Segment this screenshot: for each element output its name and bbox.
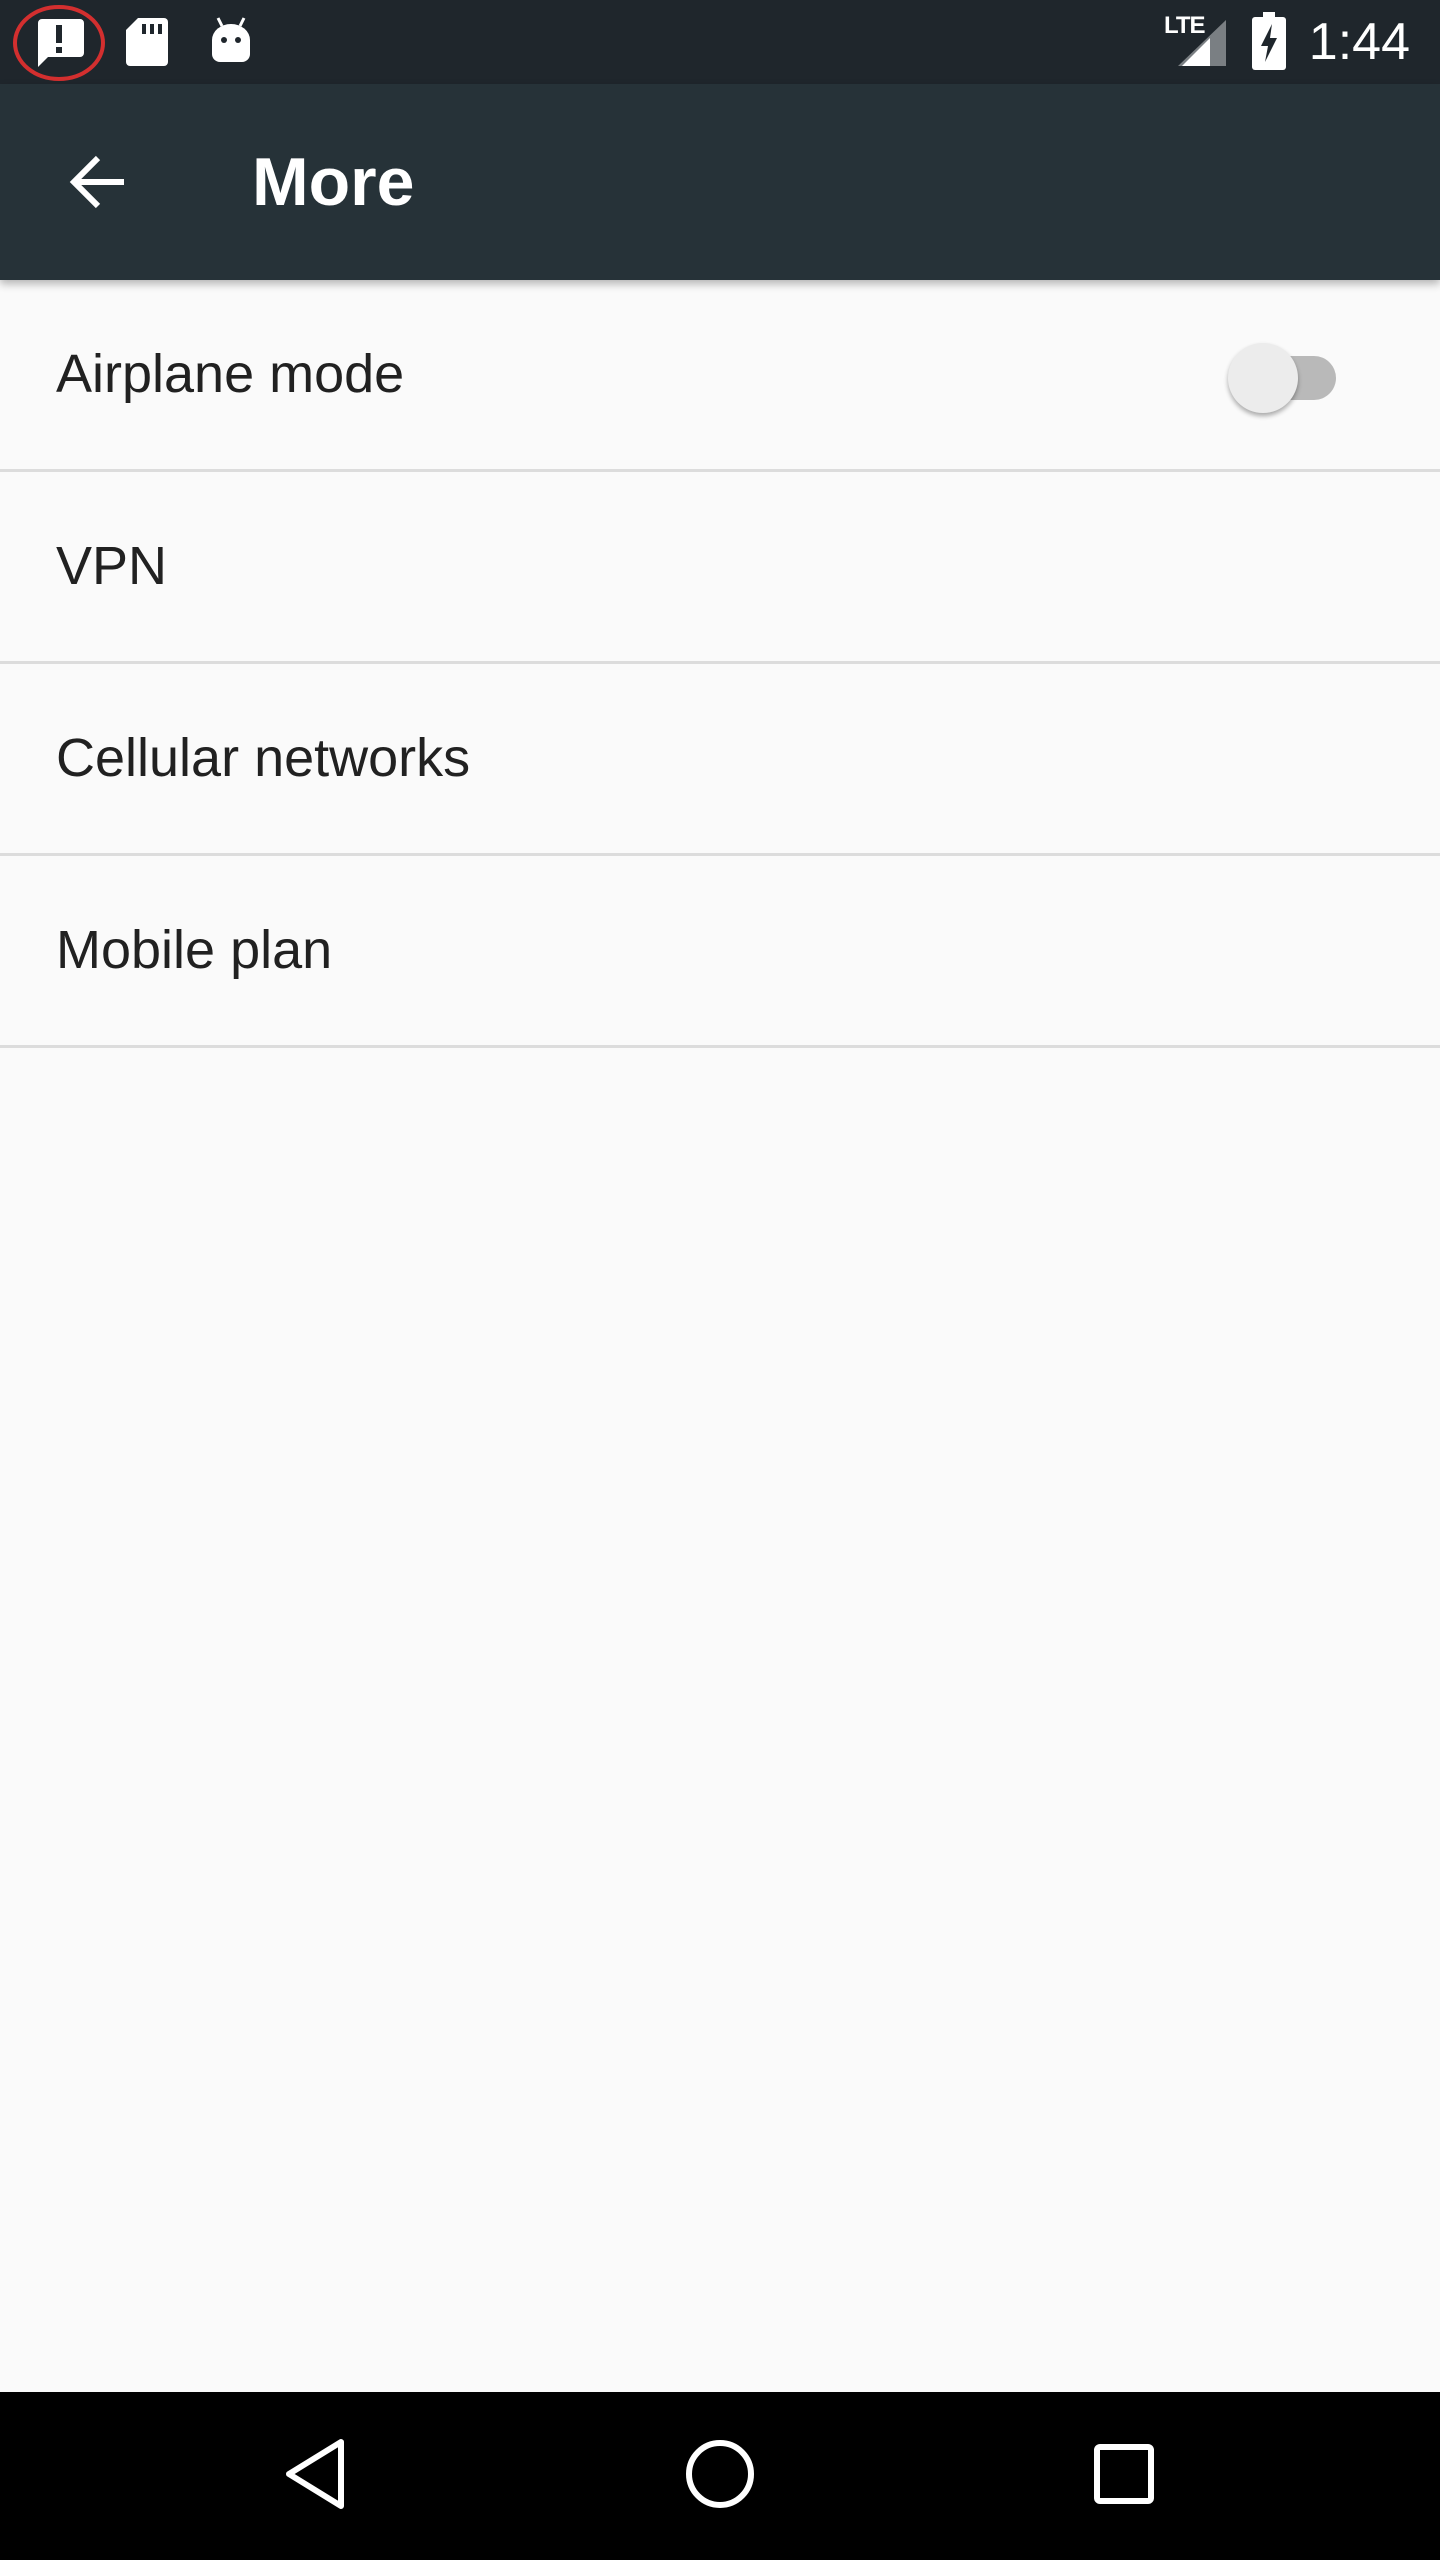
nav-home-button[interactable] [650,2416,790,2536]
nav-back-button[interactable] [246,2416,386,2536]
arrow-back-icon [66,150,130,219]
recents-square-icon [1092,2442,1156,2511]
setting-label: Airplane mode [56,344,405,404]
setting-label: VPN [56,536,168,596]
setting-airplane-mode[interactable]: Airplane mode [0,280,1440,472]
status-time: 1:44 [1308,13,1410,71]
setting-label: Mobile plan [56,920,333,980]
settings-list: Airplane mode VPN Cellular networks Mobi… [0,280,1440,1048]
battery-charging-icon [1252,12,1286,70]
setting-vpn[interactable]: VPN [0,472,1440,664]
status-bar: LTE 1:44 [0,0,1440,84]
back-triangle-icon [281,2436,351,2517]
alert-notification-icon[interactable] [12,4,106,82]
toggle-thumb [1228,343,1298,413]
setting-mobile-plan[interactable]: Mobile plan [0,856,1440,1048]
setting-label: Cellular networks [56,728,471,788]
cellular-signal-icon [1176,20,1228,68]
system-nav-bar [0,2392,1440,2560]
page-title: More [252,144,415,220]
android-debug-icon [206,14,256,66]
nav-recents-button[interactable] [1054,2416,1194,2536]
toolbar: More [0,84,1440,280]
airplane-mode-toggle[interactable] [1228,343,1348,413]
setting-cellular-networks[interactable]: Cellular networks [0,664,1440,856]
home-circle-icon [683,2437,757,2516]
back-button[interactable] [48,134,148,234]
sd-card-icon [124,16,170,68]
